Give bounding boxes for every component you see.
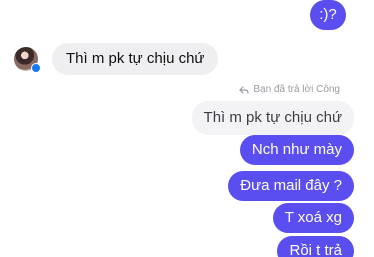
reply-context-label: Bạn đã trả lời Công — [239, 84, 340, 95]
outgoing-message-bubble[interactable]: T xoá xg — [272, 203, 354, 233]
outgoing-message-bubble[interactable]: Rồi t trả — [277, 236, 354, 257]
message-text: T xoá xg — [284, 209, 342, 226]
outgoing-message-bubble[interactable]: Nch như mày — [239, 135, 354, 165]
quoted-message-bubble[interactable]: Thì m pk tự chịu chứ — [191, 101, 354, 135]
message-text: Đưa mail đây ? — [240, 177, 342, 194]
avatar[interactable] — [14, 47, 41, 73]
message-text: :)? — [319, 6, 337, 23]
incoming-message-bubble[interactable]: Thì m pk tự chịu chứ — [52, 43, 219, 75]
chat-thread: :)? Thì m pk tự chịu chứ Bạn đã trả lời … — [0, 0, 374, 257]
reply-context-text: Bạn đã trả lời Công — [253, 84, 340, 95]
outgoing-message-bubble[interactable]: Đưa mail đây ? — [228, 171, 354, 201]
online-badge-icon — [31, 63, 41, 73]
outgoing-message-bubble[interactable]: :)? — [310, 0, 346, 30]
message-text: Nch như mày — [251, 141, 342, 158]
message-text: Thì m pk tự chịu chứ — [66, 50, 205, 67]
reply-arrow-icon — [239, 85, 249, 94]
message-text: Thì m pk tự chịu chứ — [203, 109, 342, 126]
message-text: Rồi t trả — [289, 242, 342, 257]
